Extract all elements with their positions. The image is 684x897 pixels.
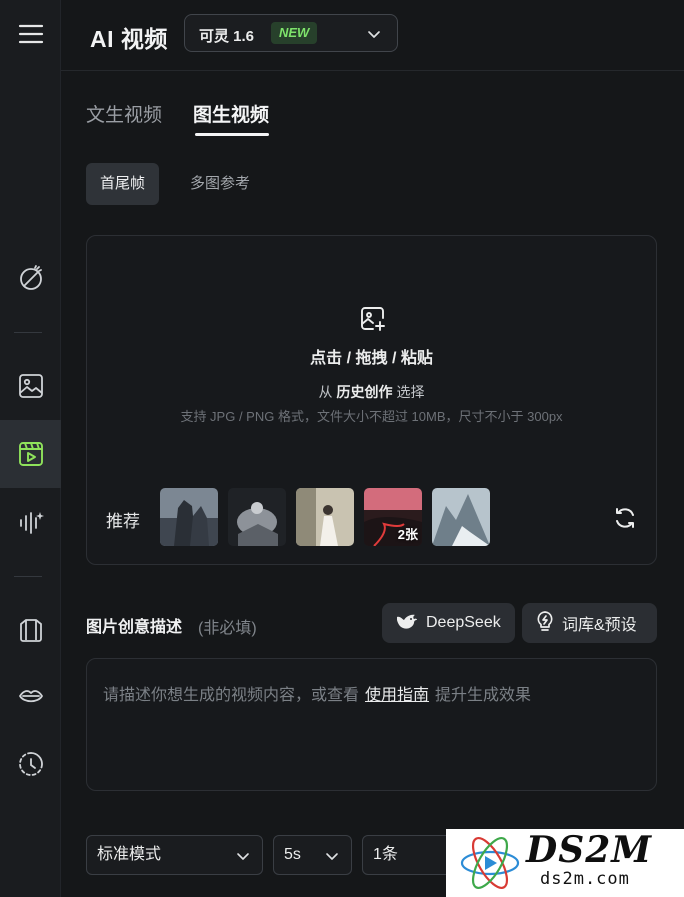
optional-hint: (非必填) [198,620,257,637]
prompt-placeholder: 请描述你想生成的视频内容，或查看 使用指南 提升生成效果 [103,681,531,705]
history-link[interactable]: 历史创作 [337,384,393,400]
image-upload-area[interactable]: 点击 / 拖拽 / 粘贴 从历史创作 选择 支持 JPG / PNG 格式，文件大… [86,235,657,565]
prompt-textarea[interactable]: 请描述你想生成的视频内容，或查看 使用指南 提升生成效果 [86,658,657,791]
history-suffix: 选择 [396,384,425,400]
chevron-down-icon [237,853,249,860]
recommend-thumbnail[interactable] [432,488,490,546]
chevron-down-icon [367,27,381,46]
subtab-multi-image-reference[interactable]: 多图参考 [176,163,264,205]
chevron-down-icon [326,853,338,860]
presets-label: 词库&预设 [562,617,637,634]
lightbulb-icon [536,610,562,636]
video-icon[interactable] [0,420,61,488]
recommend-thumbnail[interactable] [296,488,354,546]
duration-value: 5s [284,846,301,863]
magic-wand-icon[interactable] [0,250,61,306]
refresh-icon[interactable] [613,506,637,535]
placeholder-suffix: 提升生成效果 [435,687,532,704]
presets-button[interactable]: 词库&预设 [522,603,657,643]
history-prefix: 从 [318,384,333,400]
usage-guide-link[interactable]: 使用指南 [365,687,429,704]
upload-requirements: 支持 JPG / PNG 格式，文件大小不超过 10MB，尺寸不小于 300px [180,409,563,424]
deepseek-label: DeepSeek [426,614,501,631]
description-title: 图片创意描述 [86,619,183,636]
subtab-first-last-frame[interactable]: 首尾帧 [86,163,160,205]
sidebar-divider [14,332,42,333]
model-select[interactable]: 可灵 1.6 NEW [184,14,398,52]
audio-wave-icon[interactable] [0,494,61,550]
new-badge: NEW [271,22,318,44]
model-name: 可灵 1.6 [199,28,255,45]
mode-value: 标准模式 [97,846,162,863]
upload-instruction: 点击 / 拖拽 / 粘贴 [310,350,433,367]
image-icon[interactable] [0,358,61,414]
watermark-url: ds2m.com [540,869,630,889]
deepseek-button[interactable]: DeepSeek [382,603,515,643]
sidebar [0,0,61,897]
tab-text-to-video[interactable]: 文生视频 [86,100,162,127]
menu-icon[interactable] [0,6,61,62]
mode-select[interactable]: 标准模式 [86,835,263,875]
recommend-label: 推荐 [106,512,140,531]
top-bar: AI 视频 可灵 1.6 NEW [61,0,684,71]
watermark-title: DS2M [526,829,653,871]
active-tab-indicator [195,133,269,136]
history-select-line: 从历史创作 选择 [87,382,656,402]
page-title: AI 视频 [90,26,168,52]
lip-sync-icon[interactable] [0,668,61,724]
placeholder-text: 请描述你想生成的视频内容，或查看 [103,687,360,704]
sidebar-divider [14,576,42,577]
thumbnail-count: 2张 [397,527,418,542]
recommend-thumbnail[interactable] [160,488,218,546]
deepseek-whale-icon [396,612,426,635]
recommend-thumbnail-group[interactable]: 2张 [364,488,422,546]
watermark: DS2M ds2m.com [446,829,684,897]
atom-logo-icon [458,832,522,897]
clothing-icon[interactable] [0,602,61,658]
tab-image-to-video[interactable]: 图生视频 [193,100,269,127]
recommend-thumbnail[interactable] [228,488,286,546]
duration-select[interactable]: 5s [273,835,352,875]
image-add-icon [359,305,387,338]
history-icon[interactable] [0,736,61,792]
count-value: 1条 [373,846,398,863]
